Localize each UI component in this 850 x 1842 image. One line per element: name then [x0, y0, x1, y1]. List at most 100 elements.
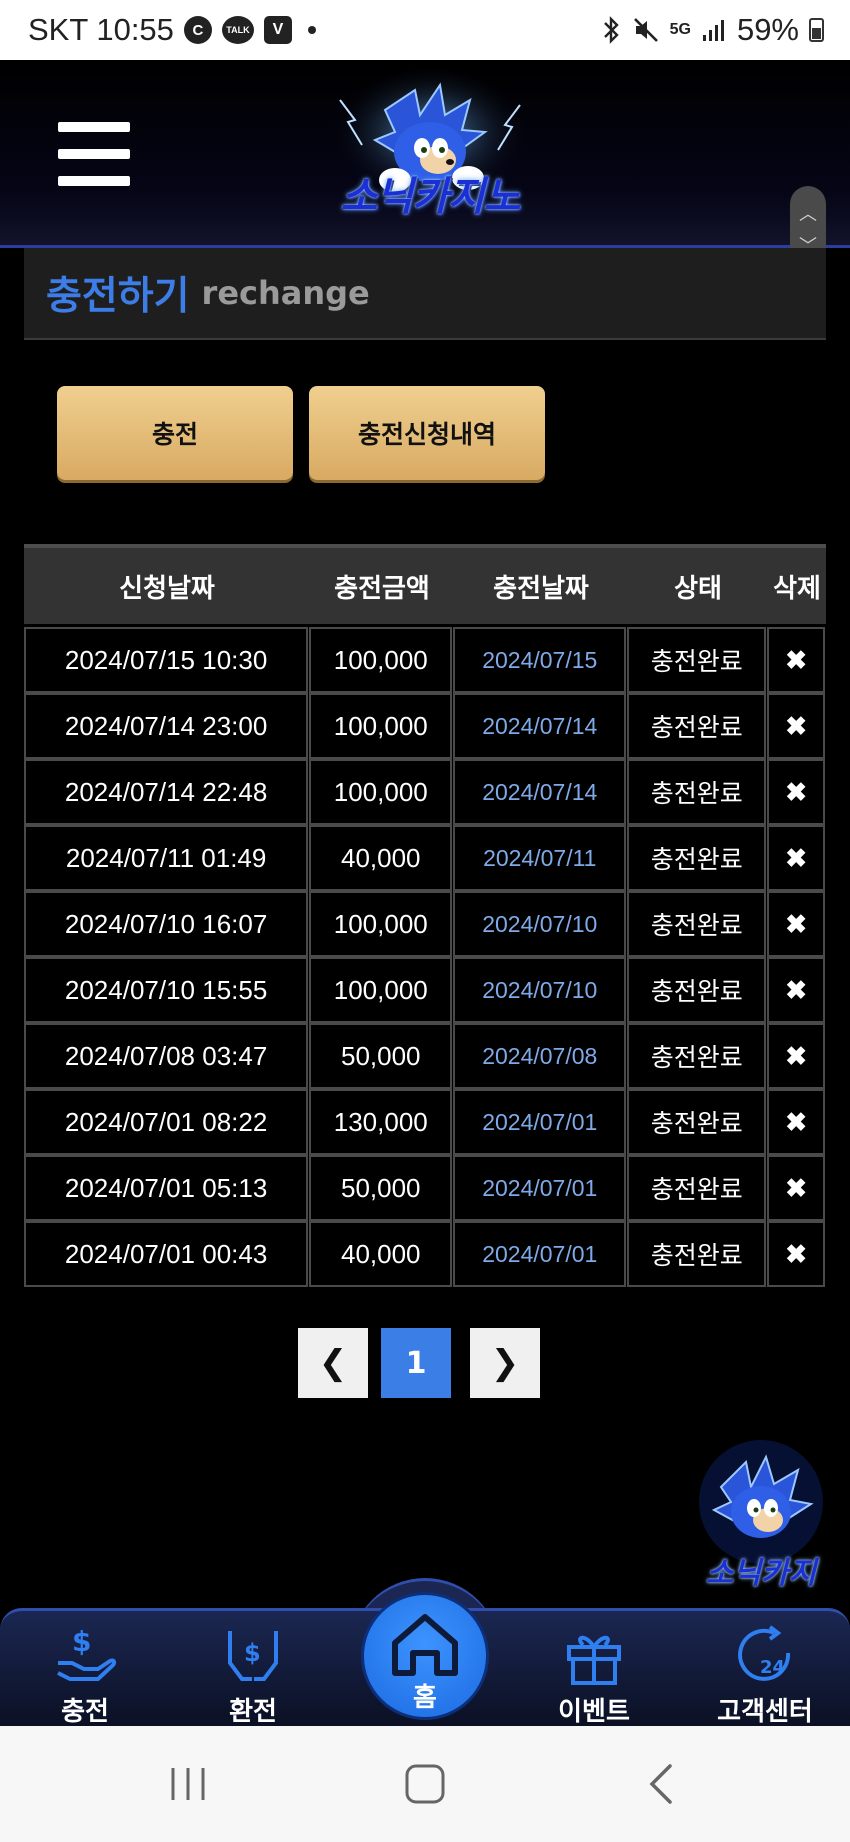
home-circle-icon[interactable] — [395, 1756, 455, 1812]
hamburger-icon — [58, 122, 130, 132]
cell-status: 충전완료 — [627, 891, 767, 957]
cell-charge-date: 2024/07/10 — [453, 891, 627, 957]
5g-icon: 5G — [669, 21, 691, 38]
delete-icon[interactable]: ✖ — [767, 693, 825, 759]
hand-dollar-icon: $ — [57, 1625, 117, 1681]
cell-status: 충전완료 — [627, 627, 767, 693]
table-row: 2024/07/08 03:47 50,000 2024/07/08 충전완료 … — [24, 1023, 826, 1089]
table-row: 2024/07/10 15:55 100,000 2024/07/10 충전완료… — [24, 957, 826, 1023]
cell-request-date: 2024/07/11 01:49 — [24, 825, 309, 891]
page-subtitle: rechange — [201, 274, 370, 312]
cell-amount: 40,000 — [309, 825, 453, 891]
nav-home-button[interactable]: 홈 — [361, 1592, 489, 1720]
nav-event[interactable]: 이벤트 — [519, 1611, 669, 1729]
back-icon[interactable] — [632, 1756, 692, 1812]
nav-exchange-label: 환전 — [229, 1697, 277, 1727]
cell-amount: 50,000 — [309, 1155, 453, 1221]
cell-request-date: 2024/07/01 05:13 — [24, 1155, 309, 1221]
cell-request-date: 2024/07/14 23:00 — [24, 693, 309, 759]
nav-support-label: 고객센터 — [717, 1697, 813, 1727]
cell-amount: 100,000 — [309, 693, 453, 759]
cell-status: 충전완료 — [627, 693, 767, 759]
charge-history-button[interactable]: 충전신청내역 — [309, 386, 545, 480]
cell-request-date: 2024/07/01 00:43 — [24, 1221, 309, 1287]
cell-request-date: 2024/07/14 22:48 — [24, 759, 309, 825]
header-amount: 충전금액 — [334, 573, 430, 604]
support-24-icon: 24 — [738, 1625, 791, 1681]
pagination-page-1[interactable]: 1 — [381, 1328, 451, 1398]
cell-charge-date: 2024/07/14 — [453, 693, 627, 759]
cell-request-date: 2024/07/08 03:47 — [24, 1023, 309, 1089]
nav-exchange[interactable]: $ 환전 — [178, 1611, 328, 1729]
notification-dot-icon — [307, 26, 316, 34]
cell-request-date: 2024/07/15 10:30 — [24, 627, 309, 693]
gift-icon — [567, 1635, 621, 1685]
cell-status: 충전완료 — [627, 825, 767, 891]
cell-status: 충전완료 — [627, 957, 767, 1023]
svg-text:$: $ — [72, 1625, 91, 1658]
svg-text:$: $ — [244, 1639, 261, 1667]
table-row: 2024/07/01 05:13 50,000 2024/07/01 충전완료 … — [24, 1155, 826, 1221]
delete-icon[interactable]: ✖ — [767, 627, 825, 693]
cell-amount: 100,000 — [309, 759, 453, 825]
recents-icon[interactable] — [158, 1756, 218, 1812]
delete-icon[interactable]: ✖ — [767, 1221, 825, 1287]
cell-status: 충전완료 — [627, 1089, 767, 1155]
cell-charge-date: 2024/07/01 — [453, 1221, 627, 1287]
svg-text:24: 24 — [760, 1657, 785, 1678]
cell-amount: 50,000 — [309, 1023, 453, 1089]
page-title: 충전하기 — [46, 274, 190, 319]
v-app-icon: V — [263, 16, 292, 44]
delete-icon[interactable]: ✖ — [767, 1023, 825, 1089]
delete-icon[interactable]: ✖ — [767, 1089, 825, 1155]
cell-amount: 100,000 — [309, 891, 453, 957]
cell-charge-date: 2024/07/15 — [453, 627, 627, 693]
cell-status: 충전완료 — [627, 1155, 767, 1221]
pagination-next-button[interactable]: ❯ — [470, 1328, 540, 1398]
chevron-up-icon: ︿ — [799, 204, 817, 225]
delete-icon[interactable]: ✖ — [767, 759, 825, 825]
cell-request-date: 2024/07/01 08:22 — [24, 1089, 309, 1155]
cell-amount: 100,000 — [309, 957, 453, 1023]
table-row: 2024/07/01 00:43 40,000 2024/07/01 충전완료 … — [24, 1221, 826, 1287]
table-row: 2024/07/14 22:48 100,000 2024/07/14 충전완료… — [24, 759, 826, 825]
delete-icon[interactable]: ✖ — [767, 1155, 825, 1221]
cell-charge-date: 2024/07/10 — [453, 957, 627, 1023]
pagination-prev-button[interactable]: ❮ — [298, 1328, 368, 1398]
charge-button[interactable]: 충전 — [57, 386, 293, 480]
cell-charge-date: 2024/07/11 — [453, 825, 627, 891]
battery-icon — [809, 18, 824, 42]
site-logo[interactable]: 소닉카지노 — [300, 70, 560, 240]
floating-logo-button[interactable]: 소닉카지 — [686, 1432, 836, 1602]
delete-icon[interactable]: ✖ — [767, 825, 825, 891]
charge-history-table: 2024/07/15 10:30 100,000 2024/07/15 충전완료… — [24, 627, 826, 1287]
hamburger-icon-bar — [58, 149, 130, 159]
cell-charge-date: 2024/07/01 — [453, 1155, 627, 1221]
site-header: 소닉카지노 — [0, 60, 850, 248]
cell-request-date: 2024/07/10 16:07 — [24, 891, 309, 957]
signal-icon — [701, 17, 727, 43]
cell-charge-date: 2024/07/14 — [453, 759, 627, 825]
nav-support[interactable]: 24 고객센터 — [690, 1611, 840, 1729]
mute-icon — [632, 16, 660, 44]
cell-amount: 100,000 — [309, 627, 453, 693]
delete-icon[interactable]: ✖ — [767, 957, 825, 1023]
header-request-date: 신청날짜 — [119, 573, 215, 604]
table-row: 2024/07/11 01:49 40,000 2024/07/11 충전완료 … — [24, 825, 826, 891]
hamburger-menu-button[interactable] — [58, 122, 130, 186]
header-status: 상태 — [674, 573, 722, 604]
cell-request-date: 2024/07/10 15:55 — [24, 957, 309, 1023]
table-row: 2024/07/01 08:22 130,000 2024/07/01 충전완료… — [24, 1089, 826, 1155]
delete-icon[interactable]: ✖ — [767, 891, 825, 957]
carrier-time: SKT 10:55 — [28, 12, 174, 47]
nav-charge[interactable]: $ 충전 — [10, 1611, 160, 1729]
exchange-icon: $ — [228, 1631, 278, 1681]
c-app-icon: C — [183, 16, 212, 44]
hamburger-icon-bar — [58, 176, 130, 186]
table-row: 2024/07/10 16:07 100,000 2024/07/10 충전완료… — [24, 891, 826, 957]
bluetooth-icon — [600, 16, 622, 44]
status-bar: SKT 10:55 C TALK V 5G 59% — [0, 0, 850, 60]
table-row: 2024/07/15 10:30 100,000 2024/07/15 충전완료… — [24, 627, 826, 693]
cell-amount: 40,000 — [309, 1221, 453, 1287]
table-row: 2024/07/14 23:00 100,000 2024/07/14 충전완료… — [24, 693, 826, 759]
